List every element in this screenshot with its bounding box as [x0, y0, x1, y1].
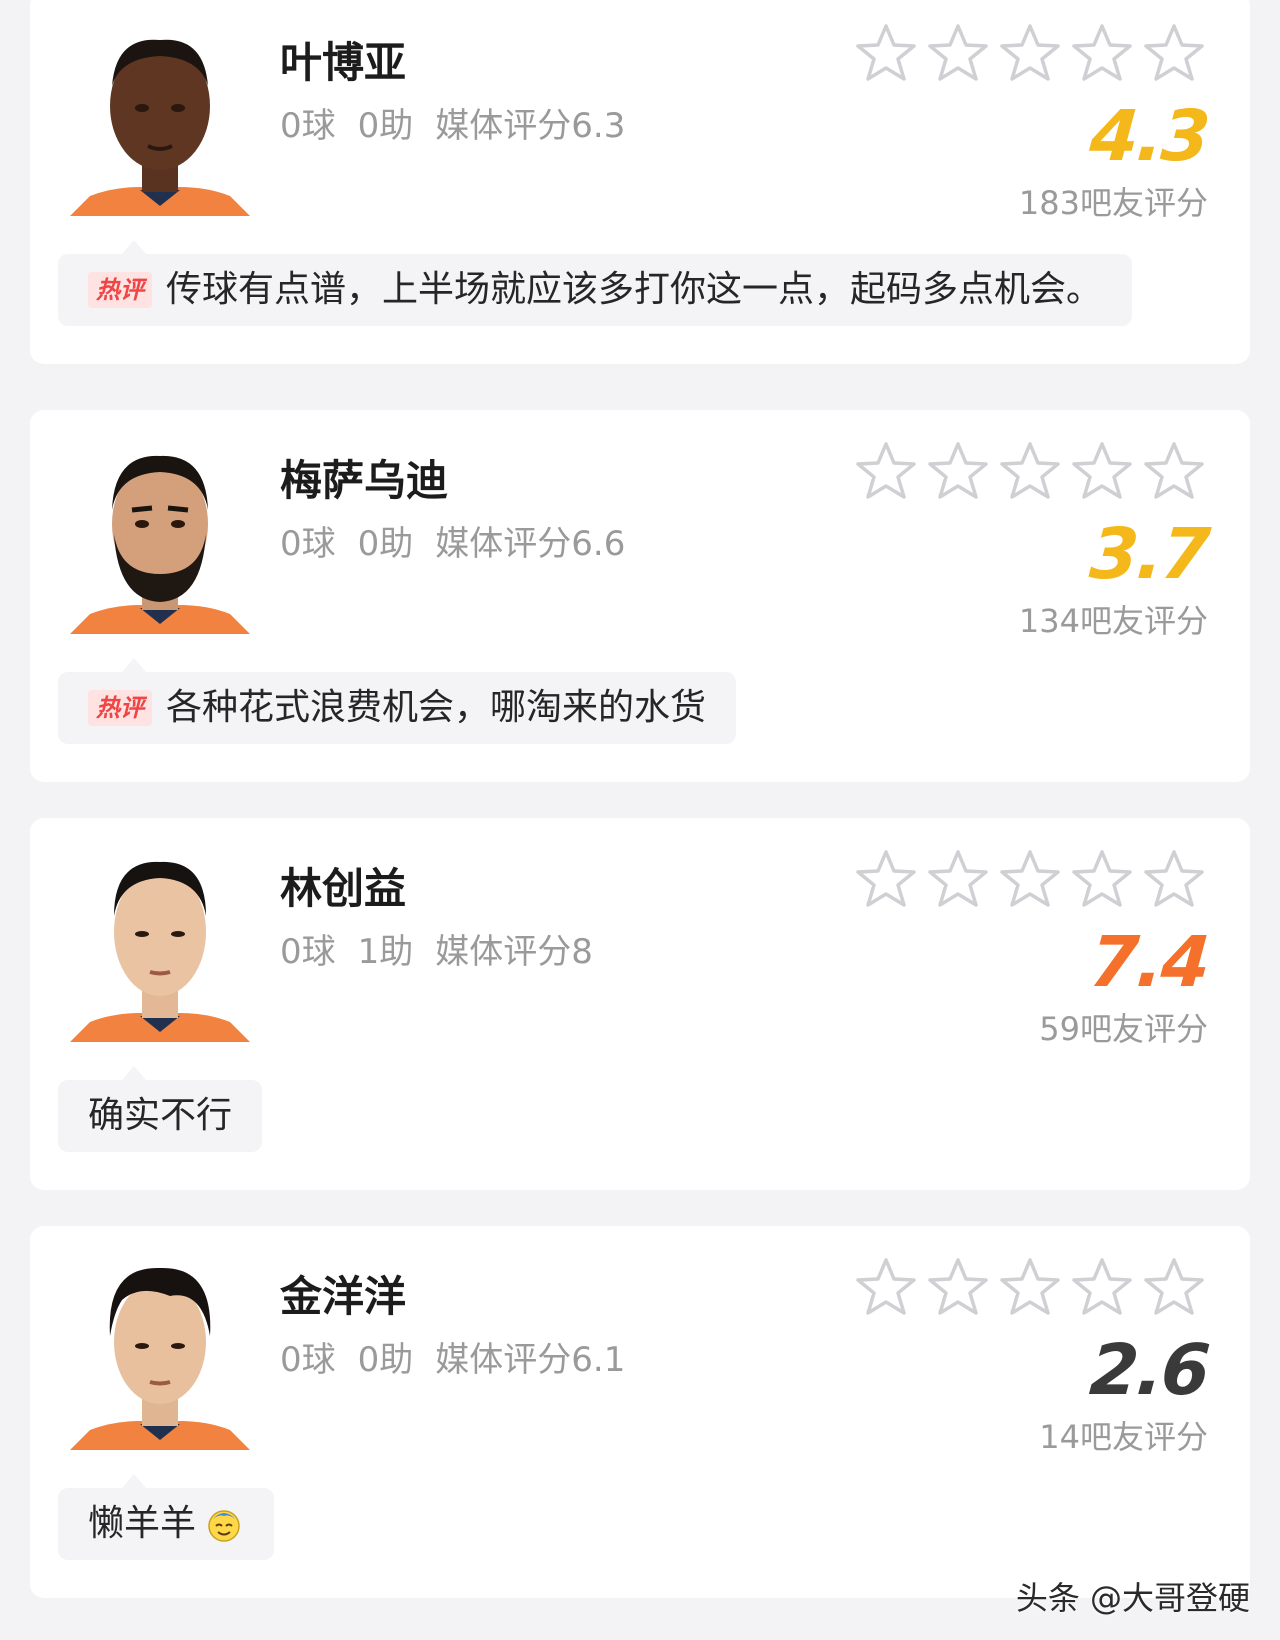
fan-rating-count: 183吧友评分 — [1018, 184, 1208, 222]
top-comment[interactable]: 确实不行 — [58, 1080, 263, 1152]
comment-text: 各种花式浪费机会，哪淘来的水货 — [166, 687, 707, 728]
player-card[interactable]: 林创益 0球 1助 媒体评分8 7.4 59吧友评分 确实不行 — [30, 818, 1250, 1190]
assists-count: 1助 — [357, 932, 414, 972]
hot-comment[interactable]: 热评 传球有点谱，上半场就应该多打你这一点，起码多点机会。 — [58, 254, 1133, 326]
hot-comment-badge: 热评 — [88, 690, 152, 726]
star-4-icon[interactable] — [1070, 440, 1134, 502]
fan-rating-count: 59吧友评分 — [1039, 1010, 1208, 1048]
goals-count: 0球 — [280, 106, 336, 146]
star-1-icon[interactable] — [854, 848, 918, 910]
fan-score: 7.4 — [1087, 921, 1211, 1003]
comment-pointer — [122, 1066, 146, 1080]
goals-count: 0球 — [280, 1340, 336, 1380]
star-4-icon[interactable] — [1070, 1256, 1134, 1318]
hot-comment-badge: 热评 — [88, 272, 152, 308]
player-name: 林创益 — [280, 864, 407, 913]
player-stats: 0球 1助 媒体评分8 — [280, 930, 615, 974]
comment-text: 懒羊羊 — [88, 1503, 197, 1544]
comment-text: 确实不行 — [88, 1095, 233, 1136]
player-avatar[interactable] — [60, 1240, 260, 1450]
star-2-icon[interactable] — [926, 440, 990, 502]
rating-stars[interactable] — [854, 1256, 1206, 1318]
star-5-icon[interactable] — [1142, 1256, 1206, 1318]
smiling-face-icon — [204, 1504, 244, 1544]
star-2-icon[interactable] — [926, 22, 990, 84]
star-5-icon[interactable] — [1142, 440, 1206, 502]
player-rating-feed: 叶博亚 0球 0助 媒体评分6.3 4.3 183吧友评分 热评 传球有点谱，上半场… — [0, 0, 1280, 1640]
player-name: 叶博亚 — [280, 38, 407, 87]
player-stats: 0球 0助 媒体评分6.1 — [280, 1338, 647, 1382]
goals-count: 0球 — [280, 932, 336, 972]
player-card[interactable]: 梅萨乌迪 0球 0助 媒体评分6.6 3.7 134吧友评分 热评 各种花式浪费机会… — [30, 410, 1250, 782]
star-5-icon[interactable] — [1142, 22, 1206, 84]
star-4-icon[interactable] — [1070, 848, 1134, 910]
star-3-icon[interactable] — [998, 440, 1062, 502]
media-rating: 媒体评分8 — [435, 932, 593, 972]
rating-stars[interactable] — [854, 848, 1206, 910]
player-avatar[interactable] — [60, 6, 260, 216]
star-1-icon[interactable] — [854, 1256, 918, 1318]
watermark: 头条 @大哥登硬 — [1015, 1579, 1250, 1617]
fan-rating-count: 14吧友评分 — [1039, 1418, 1208, 1456]
player-name: 金洋洋 — [280, 1272, 407, 1321]
player-card[interactable]: 叶博亚 0球 0助 媒体评分6.3 4.3 183吧友评分 热评 传球有点谱，上半场… — [30, 0, 1250, 364]
star-5-icon[interactable] — [1142, 848, 1206, 910]
star-3-icon[interactable] — [998, 22, 1062, 84]
media-rating: 媒体评分6.3 — [435, 106, 626, 146]
player-card[interactable]: 金洋洋 0球 0助 媒体评分6.1 2.6 14吧友评分 懒羊羊 — [30, 1226, 1250, 1598]
star-1-icon[interactable] — [854, 440, 918, 502]
media-rating: 媒体评分6.1 — [435, 1340, 626, 1380]
comment-text: 传球有点谱，上半场就应该多打你这一点，起码多点机会。 — [166, 269, 1103, 310]
comment-pointer — [122, 1474, 146, 1488]
player-stats: 0球 0助 媒体评分6.6 — [280, 522, 647, 566]
fan-score: 3.7 — [1087, 513, 1211, 595]
comment-pointer — [122, 240, 146, 254]
top-comment[interactable]: 懒羊羊 — [58, 1488, 275, 1560]
player-avatar[interactable] — [60, 832, 260, 1042]
assists-count: 0助 — [357, 524, 414, 564]
goals-count: 0球 — [280, 524, 336, 564]
fan-score: 4.3 — [1087, 95, 1211, 177]
star-4-icon[interactable] — [1070, 22, 1134, 84]
fan-rating-count: 134吧友评分 — [1018, 602, 1208, 640]
player-avatar[interactable] — [60, 424, 260, 634]
star-1-icon[interactable] — [854, 22, 918, 84]
rating-stars[interactable] — [854, 440, 1206, 502]
assists-count: 0助 — [357, 106, 414, 146]
star-3-icon[interactable] — [998, 1256, 1062, 1318]
media-rating: 媒体评分6.6 — [435, 524, 626, 564]
star-2-icon[interactable] — [926, 1256, 990, 1318]
fan-score: 2.6 — [1087, 1329, 1211, 1411]
rating-stars[interactable] — [854, 22, 1206, 84]
player-stats: 0球 0助 媒体评分6.3 — [280, 104, 647, 148]
star-2-icon[interactable] — [926, 848, 990, 910]
hot-comment[interactable]: 热评 各种花式浪费机会，哪淘来的水货 — [58, 672, 737, 744]
assists-count: 0助 — [357, 1340, 414, 1380]
player-name: 梅萨乌迪 — [280, 456, 449, 505]
comment-pointer — [122, 658, 146, 672]
star-3-icon[interactable] — [998, 848, 1062, 910]
